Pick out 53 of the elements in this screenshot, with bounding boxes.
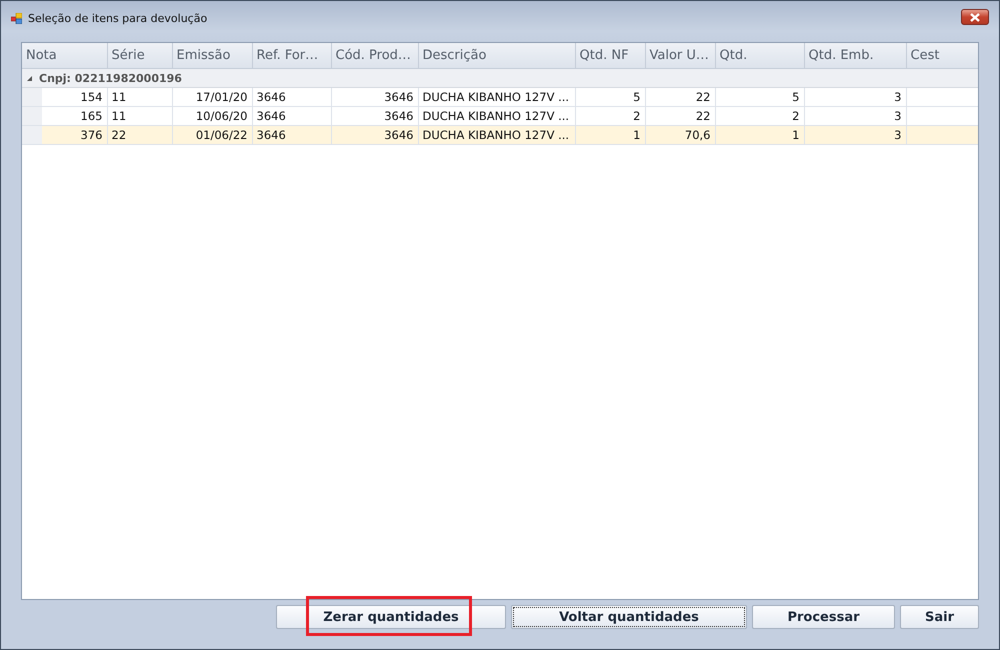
- table-cell: 165: [80, 109, 102, 123]
- table-row[interactable]: 376 22 01/06/22 3646 3646 DUCHA KIBANHO 127V ... 1 70,6 1 3: [22, 126, 978, 144]
- column-header[interactable]: Valor U…: [645, 43, 715, 68]
- table-cell: 3646: [256, 109, 286, 123]
- column-header[interactable]: Série: [107, 43, 172, 68]
- column-header[interactable]: Ref. For…: [252, 43, 331, 68]
- column-header[interactable]: Descrição: [418, 43, 575, 68]
- table-cell: 70,6: [684, 128, 710, 142]
- table-cell: 17/01/20: [196, 90, 248, 104]
- close-button[interactable]: [961, 9, 989, 25]
- column-header[interactable]: Qtd.: [715, 43, 804, 68]
- table-cell: 3646: [256, 128, 286, 142]
- table-cell: 376: [80, 128, 102, 142]
- table-cell: 5: [633, 90, 640, 104]
- window-icon: [11, 12, 22, 24]
- table-cell: 1: [792, 128, 800, 142]
- table-cell: DUCHA KIBANHO 127V ...: [422, 128, 570, 142]
- table-cell: 3646: [256, 90, 286, 104]
- window-title: Seleção de itens para devolução: [28, 12, 208, 24]
- table-cell: 22: [696, 109, 710, 123]
- action-button[interactable]: Sair: [900, 605, 979, 629]
- column-header[interactable]: Cest: [906, 43, 978, 68]
- table-cell: 01/06/22: [196, 128, 248, 142]
- table-cell: 154: [80, 90, 102, 104]
- column-header[interactable]: Cód. Prod…: [331, 43, 418, 68]
- table-cell: DUCHA KIBANHO 127V ...: [422, 109, 570, 123]
- table-cell: 3646: [384, 90, 414, 104]
- action-button[interactable]: Processar: [752, 605, 895, 629]
- action-button[interactable]: Voltar quantidades: [511, 605, 747, 629]
- table-cell: 3: [894, 128, 902, 142]
- table-cell: 3646: [384, 128, 414, 142]
- table-cell: 11: [112, 109, 126, 123]
- group-label: Cnpj: 02211982000196: [39, 72, 182, 84]
- table-cell: 2: [792, 109, 800, 123]
- table-cell: 5: [792, 90, 800, 104]
- action-button[interactable]: Zerar quantidades: [276, 605, 506, 629]
- column-header[interactable]: Emissão: [172, 43, 252, 68]
- table-row[interactable]: 154 11 17/01/20 3646 3646 DUCHA KIBANHO 127V ... 5 22 5 3: [22, 88, 978, 106]
- close-icon: [969, 12, 981, 22]
- table-cell: 1: [633, 128, 640, 142]
- table-cell: 3646: [384, 109, 414, 123]
- column-header[interactable]: Qtd. NF: [575, 43, 645, 68]
- column-header[interactable]: Nota: [22, 43, 107, 68]
- table-cell: 3: [894, 109, 902, 123]
- table-cell: 10/06/20: [196, 109, 248, 123]
- collapse-triangle-icon[interactable]: [26, 74, 33, 82]
- column-header[interactable]: Qtd. Emb.: [804, 43, 906, 68]
- table-cell: 2: [633, 109, 640, 123]
- table-cell: 22: [112, 128, 126, 142]
- table-cell: DUCHA KIBANHO 127V ...: [422, 90, 570, 104]
- table-cell: 22: [696, 90, 710, 104]
- table-cell: 11: [112, 90, 126, 104]
- table-cell: 3: [894, 90, 902, 104]
